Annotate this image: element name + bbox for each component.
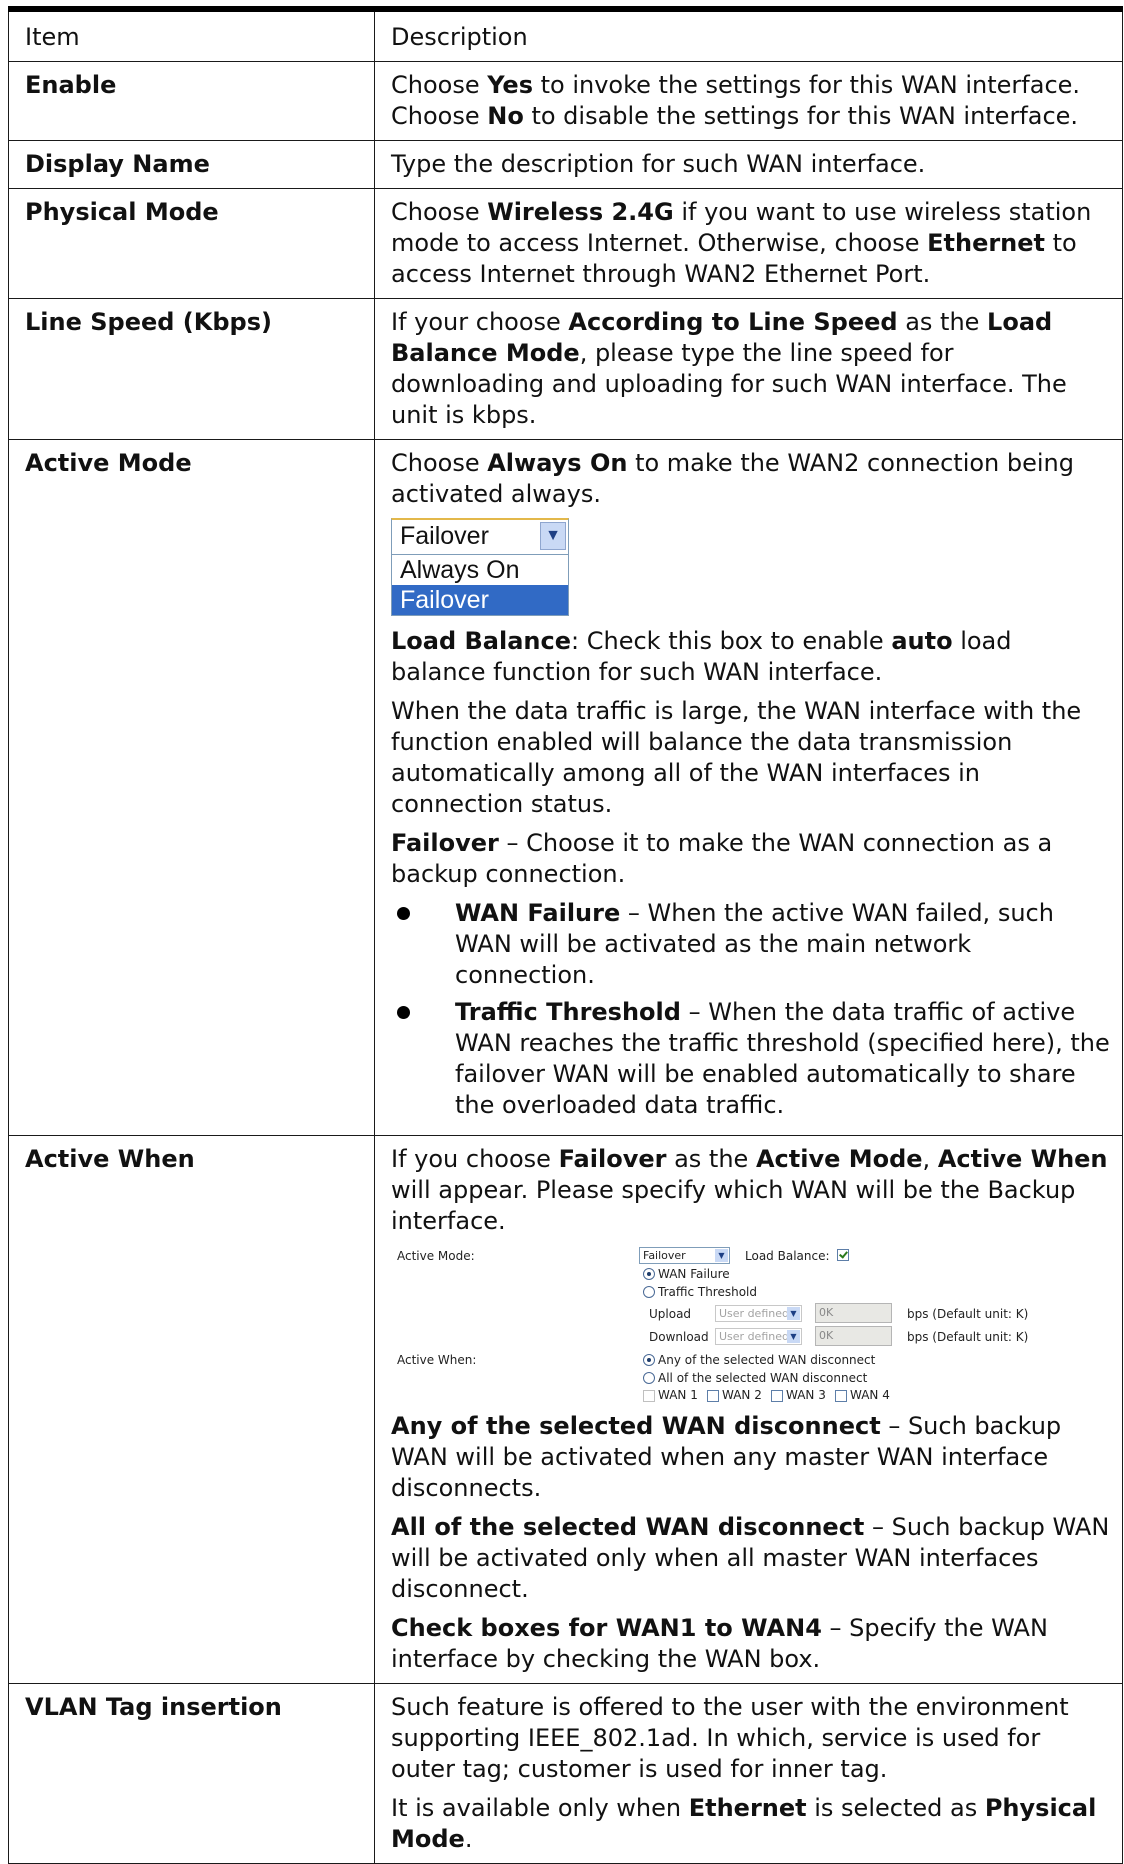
active-mode-options: Always On Failover <box>391 555 569 616</box>
header-description: Description <box>374 8 1123 62</box>
download-unit-select[interactable]: User defined ▼ <box>715 1328 802 1345</box>
download-label: Download <box>649 1330 709 1344</box>
active-mode-selected-value: Failover <box>400 522 489 550</box>
wan4-checkbox[interactable] <box>835 1390 847 1402</box>
wan2-label: WAN 2 <box>722 1388 762 1402</box>
traffic-threshold-label: Traffic Threshold <box>658 1285 758 1299</box>
wan1-checkbox[interactable] <box>643 1390 655 1402</box>
row-item-enable: Enable <box>8 61 375 141</box>
upload-unit-select[interactable]: User defined ▼ <box>715 1305 802 1322</box>
chevron-down-icon[interactable]: ▼ <box>715 1249 728 1262</box>
active-when-label: Active When: <box>397 1353 477 1367</box>
desc-paragraph: All of the selected WAN disconnect – Suc… <box>391 1513 1110 1603</box>
desc-paragraph: If you choose Failover as the Active Mod… <box>391 1145 1108 1235</box>
active-mode-label: Active Mode: <box>397 1249 475 1263</box>
chevron-down-icon[interactable]: ▼ <box>540 522 566 550</box>
row-desc-display-name: Type the description for such WAN interf… <box>374 140 1123 189</box>
table-row: Enable Choose Yes to invoke the settings… <box>8 61 1123 141</box>
list-item: WAN Failure – When the active WAN failed… <box>391 898 1110 991</box>
download-input[interactable]: 0K <box>815 1326 892 1346</box>
traffic-threshold-radio[interactable] <box>643 1286 655 1298</box>
table-row: Line Speed (Kbps) If your choose Accordi… <box>8 298 1123 440</box>
desc-paragraph: Choose Yes to invoke the settings for th… <box>391 71 1081 130</box>
row-item-line-speed: Line Speed (Kbps) <box>8 298 375 440</box>
bullet-icon <box>397 1006 410 1019</box>
desc-paragraph: Such feature is offered to the user with… <box>391 1693 1069 1783</box>
load-balance-checkbox[interactable] <box>837 1249 849 1261</box>
upload-input[interactable]: 0K <box>815 1303 892 1323</box>
active-mode-dropdown-screenshot: Failover ▼ Always On Failover <box>391 518 569 616</box>
header-row: Item Description <box>8 8 1123 62</box>
option-always-on[interactable]: Always On <box>392 555 568 585</box>
upload-unit-note: bps (Default unit: K) <box>907 1307 1029 1321</box>
wan4-label: WAN 4 <box>850 1388 890 1402</box>
all-selected-radio[interactable] <box>643 1372 655 1384</box>
row-desc-vlan-tag: Such feature is offered to the user with… <box>374 1683 1123 1864</box>
wan-failure-label: WAN Failure <box>658 1267 730 1281</box>
table-row: Active Mode Choose Always On to make the… <box>8 439 1123 1136</box>
option-failover[interactable]: Failover <box>392 585 568 615</box>
desc-paragraph: Choose Wireless 2.4G if you want to use … <box>391 198 1092 288</box>
desc-paragraph: Check boxes for WAN1 to WAN4 – Specify t… <box>391 1614 1048 1673</box>
row-desc-physical-mode: Choose Wireless 2.4G if you want to use … <box>374 188 1123 299</box>
row-item-active-when: Active When <box>8 1135 375 1684</box>
row-item-active-mode: Active Mode <box>8 439 375 1136</box>
failover-bullet-list: WAN Failure – When the active WAN failed… <box>391 898 1110 1121</box>
all-selected-label: All of the selected WAN disconnect <box>658 1371 868 1385</box>
row-item-display-name: Display Name <box>8 140 375 189</box>
chevron-down-icon[interactable]: ▼ <box>787 1330 800 1343</box>
desc-paragraph: Failover – Choose it to make the WAN con… <box>391 829 1053 888</box>
desc-paragraph: Choose Always On to make the WAN2 connec… <box>391 449 1074 508</box>
download-unit-note: bps (Default unit: K) <box>907 1330 1029 1344</box>
table-row: VLAN Tag insertion Such feature is offer… <box>8 1683 1123 1864</box>
row-desc-active-mode: Choose Always On to make the WAN2 connec… <box>374 439 1123 1136</box>
desc-paragraph: When the data traffic is large, the WAN … <box>391 697 1082 818</box>
active-mode-mini-select[interactable]: Failover ▼ <box>639 1247 730 1264</box>
table-row: Active When If you choose Failover as th… <box>8 1135 1123 1684</box>
desc-paragraph: Load Balance: Check this box to enable a… <box>391 627 1012 686</box>
active-mode-mini-value: Failover <box>643 1249 686 1262</box>
active-when-settings-screenshot: Active Mode: Failover ▼ Load Balance: WA… <box>391 1245 1110 1405</box>
wan3-checkbox[interactable] <box>771 1390 783 1402</box>
description-table: Item Description Enable Choose Yes to in… <box>8 6 1123 1864</box>
list-item: Traffic Threshold – When the data traffi… <box>391 997 1110 1121</box>
upload-label: Upload <box>649 1307 692 1321</box>
desc-paragraph: If your choose According to Line Speed a… <box>391 308 1067 429</box>
any-selected-radio[interactable] <box>643 1354 655 1366</box>
wan3-label: WAN 3 <box>786 1388 826 1402</box>
wan-failure-radio[interactable] <box>643 1268 655 1280</box>
table-row: Physical Mode Choose Wireless 2.4G if yo… <box>8 188 1123 299</box>
upload-unit-value: User defined <box>719 1307 789 1320</box>
row-desc-line-speed: If your choose According to Line Speed a… <box>374 298 1123 440</box>
download-unit-value: User defined <box>719 1330 789 1343</box>
wan1-label: WAN 1 <box>658 1388 698 1402</box>
row-desc-enable: Choose Yes to invoke the settings for th… <box>374 61 1123 141</box>
load-balance-label: Load Balance: <box>745 1249 830 1263</box>
header-item: Item <box>8 8 375 62</box>
desc-paragraph: Any of the selected WAN disconnect – Suc… <box>391 1412 1062 1502</box>
row-item-vlan-tag: VLAN Tag insertion <box>8 1683 375 1864</box>
row-desc-active-when: If you choose Failover as the Active Mod… <box>374 1135 1123 1684</box>
active-mode-select[interactable]: Failover ▼ <box>391 518 569 555</box>
wan2-checkbox[interactable] <box>707 1390 719 1402</box>
chevron-down-icon[interactable]: ▼ <box>787 1307 800 1320</box>
bullet-icon <box>397 907 410 920</box>
any-selected-label: Any of the selected WAN disconnect <box>658 1353 876 1367</box>
row-item-physical-mode: Physical Mode <box>8 188 375 299</box>
table-row: Display Name Type the description for su… <box>8 140 1123 189</box>
